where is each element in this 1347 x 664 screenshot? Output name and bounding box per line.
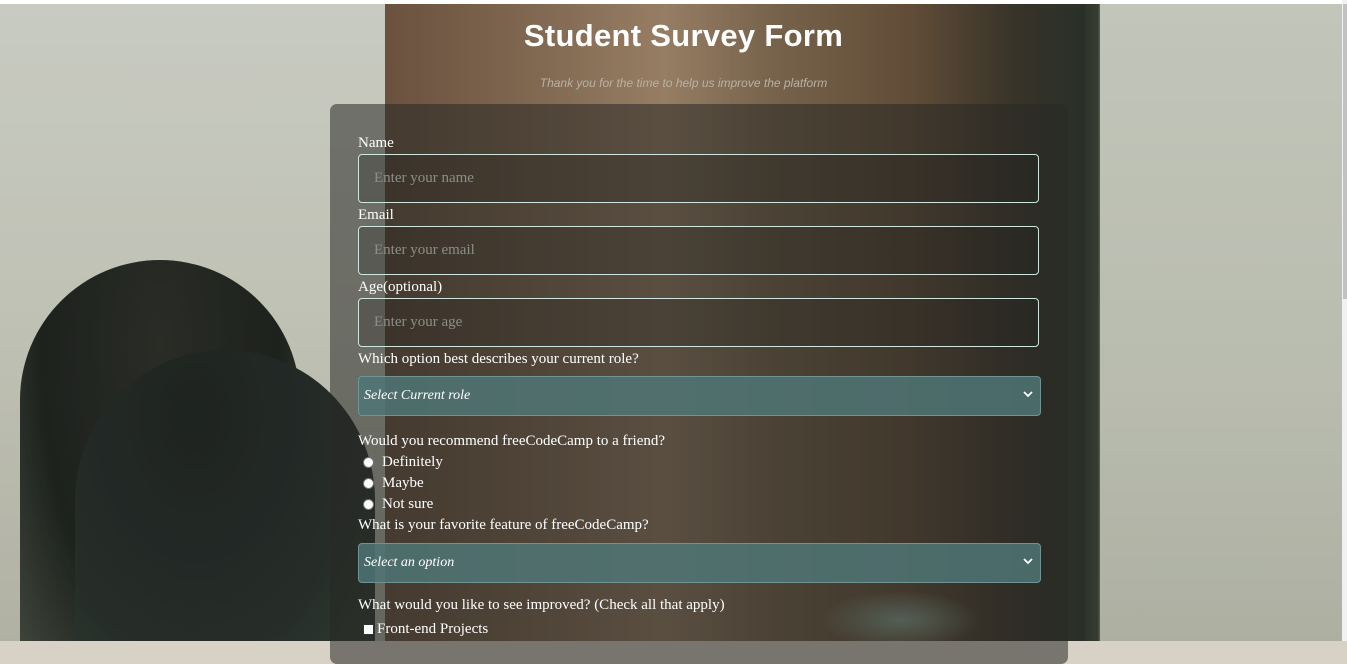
checkbox-label: Front-end Projects: [377, 621, 489, 637]
role-dropdown[interactable]: Select Current role: [358, 376, 1041, 416]
age-field[interactable]: [358, 298, 1039, 347]
improve-label: What would you like to see improved? (Ch…: [358, 597, 725, 613]
age-input[interactable]: [374, 314, 1038, 331]
checkbox-option-front-end-projects[interactable]: Front-end Projects: [363, 621, 488, 638]
page-description: Thank you for the time to help us improv…: [539, 76, 828, 90]
recommend-label: Would you recommend freeCodeCamp to a fr…: [358, 433, 666, 449]
radio-label: Definitely: [382, 454, 443, 470]
chevron-down-icon: [1023, 558, 1033, 565]
name-label: Name: [358, 135, 394, 151]
page-title: Student Survey Form: [523, 18, 844, 53]
radio-button[interactable]: [363, 457, 374, 468]
page-scrollbar[interactable]: [1342, 0, 1347, 641]
role-label: Which option best describes your current…: [358, 351, 639, 367]
radio-option-maybe[interactable]: Maybe: [363, 475, 424, 492]
feature-label: What is your favorite feature of freeCod…: [358, 517, 649, 533]
feature-selected-value: Select an option: [364, 555, 455, 570]
name-input[interactable]: [374, 170, 1038, 187]
feature-dropdown[interactable]: Select an option: [358, 543, 1041, 583]
radio-option-not-sure[interactable]: Not sure: [363, 496, 433, 513]
radio-button[interactable]: [363, 478, 374, 489]
radio-option-definitely[interactable]: Definitely: [363, 454, 443, 471]
radio-button[interactable]: [363, 499, 374, 510]
radio-label: Maybe: [382, 475, 424, 491]
radio-label: Not sure: [382, 496, 434, 512]
age-label: Age(optional): [358, 279, 443, 295]
top-border: [0, 0, 1347, 4]
name-field[interactable]: [358, 154, 1039, 203]
checkbox[interactable]: [363, 624, 374, 635]
email-input[interactable]: [374, 242, 1038, 259]
email-label: Email: [358, 207, 394, 223]
chevron-down-icon: [1023, 391, 1033, 398]
role-selected-value: Select Current role: [364, 388, 471, 403]
email-field[interactable]: [358, 226, 1039, 275]
